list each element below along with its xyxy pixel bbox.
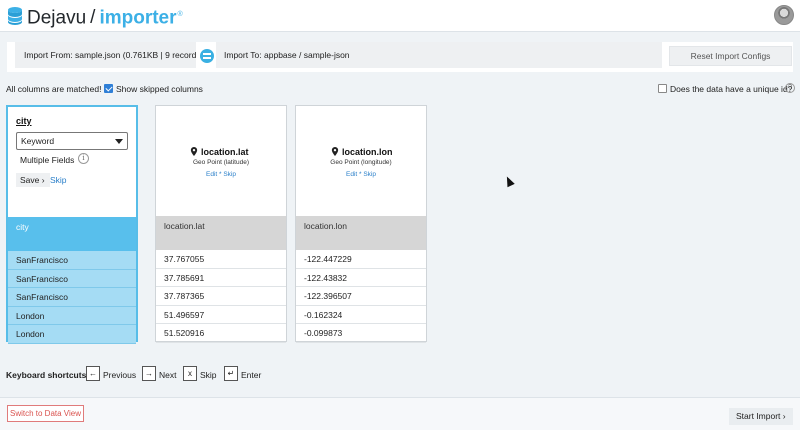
start-import-label: Start Import (736, 411, 781, 421)
column-header-cell: city (8, 217, 136, 251)
switch-to-data-view-button[interactable]: Switch to Data View (7, 405, 84, 422)
brand-title: Dejavu / importer® (27, 4, 183, 29)
show-skipped-checkbox[interactable] (104, 84, 113, 93)
column-rows: SanFrancisco SanFrancisco SanFrancisco L… (8, 251, 136, 344)
table-cell: 37.785691 (156, 269, 286, 288)
app-header: Dejavu / importer® (0, 0, 800, 32)
field-name: location.lon (342, 147, 393, 157)
column-rows: -122.447229 -122.43832 -122.396507 -0.16… (296, 250, 426, 343)
multiple-fields-label: Multiple Fields (20, 155, 75, 165)
table-cell: 51.520916 (156, 324, 286, 343)
caret-down-icon (115, 139, 123, 144)
table-cell: London (8, 325, 136, 344)
import-to-info: Import To: appbase / sample-json (216, 42, 662, 68)
field-name: location.lat (201, 147, 249, 157)
columns-matched-text: All columns are matched! (6, 84, 102, 94)
column-summary: location.lat Geo Point (latitude) Edit *… (156, 106, 286, 216)
status-row: All columns are matched! Show skipped co… (0, 83, 800, 97)
column-card-location-lat: location.lat Geo Point (latitude) Edit *… (155, 105, 287, 343)
column-card-city: city Keyword Multiple Fields i Save › Sk… (6, 105, 138, 344)
table-cell: SanFrancisco (8, 269, 136, 289)
right-arrow-key-icon: → (142, 366, 156, 381)
field-type: Geo Point (latitude) (192, 159, 249, 166)
import-from-info: Import From: sample.json (0.761KB | 9 re… (15, 42, 196, 68)
skip-link[interactable]: Skip (50, 173, 67, 187)
column-edit-title: city (16, 116, 32, 126)
registered-mark: ® (177, 11, 183, 18)
table-cell: 51.496597 (156, 306, 286, 325)
import-info-bar: Import From: sample.json (0.761KB | 9 re… (7, 42, 793, 72)
shortcuts-title: Keyboard shortcuts (6, 370, 87, 380)
table-cell: SanFrancisco (8, 251, 136, 270)
shortcut-label: Enter (241, 370, 262, 380)
column-header-cell: location.lon (296, 216, 426, 250)
info-icon[interactable]: i (78, 153, 89, 164)
shortcut-label: Skip (200, 370, 217, 380)
shortcut-label: Next (159, 370, 177, 380)
field-type-select[interactable]: Keyword (16, 132, 128, 150)
left-arrow-key-icon: ← (86, 366, 100, 381)
column-rows: 37.767055 37.785691 37.787365 51.496597 … (156, 250, 286, 343)
edit-skip-links[interactable]: Edit * Skip (296, 171, 426, 178)
import-from-value: sample.json (0.761KB | 9 records) (75, 50, 196, 60)
start-import-button[interactable]: Start Import › (729, 408, 793, 425)
field-type: Geo Point (longitude) (330, 159, 392, 166)
x-key-icon: x (183, 366, 197, 381)
unique-id-label[interactable]: Does the data have a unique id? (670, 84, 792, 94)
table-cell: -0.099873 (296, 324, 426, 343)
footer-bar: Switch to Data View Start Import › (0, 397, 800, 430)
chevron-right-icon: › (782, 411, 786, 421)
column-card-location-lon: location.lon Geo Point (longitude) Edit … (295, 105, 427, 343)
shortcut-label: Previous (103, 370, 137, 380)
sync-equals-icon (200, 49, 214, 63)
import-to-label: Import To: (224, 50, 262, 60)
table-cell: -122.43832 (296, 269, 426, 288)
enter-key-icon: ↵ (224, 366, 238, 381)
column-editor: city Keyword Multiple Fields i Save › Sk… (8, 107, 136, 217)
database-icon (8, 7, 22, 25)
brand-separator: / (90, 7, 96, 29)
save-label: Save (20, 175, 40, 185)
help-icon[interactable]: ? (785, 83, 795, 93)
unique-id-checkbox[interactable] (658, 84, 667, 93)
table-cell: -122.447229 (296, 250, 426, 269)
table-cell: London (8, 306, 136, 326)
brand-secondary: importer (99, 7, 177, 29)
map-pin-icon (190, 147, 198, 156)
column-header-cell: location.lat (156, 216, 286, 250)
save-button[interactable]: Save › (16, 173, 50, 187)
keyboard-shortcuts: Keyboard shortcuts ← Previous → Next x S… (6, 366, 306, 384)
import-to-value: appbase / sample-json (264, 50, 350, 60)
map-pin-icon (331, 147, 339, 156)
field-type-value: Keyword (21, 136, 55, 146)
reset-import-configs-button[interactable]: Reset Import Configs (669, 46, 792, 66)
column-summary: location.lon Geo Point (longitude) Edit … (296, 106, 426, 216)
table-cell: SanFrancisco (8, 288, 136, 307)
import-from-label: Import From: (24, 50, 73, 60)
show-skipped-label[interactable]: Show skipped columns (116, 84, 203, 94)
mouse-cursor-icon (503, 174, 515, 188)
user-avatar[interactable] (774, 5, 794, 25)
table-cell: -122.396507 (296, 287, 426, 306)
table-cell: 37.787365 (156, 287, 286, 306)
edit-skip-links[interactable]: Edit * Skip (156, 171, 286, 178)
table-cell: 37.767055 (156, 250, 286, 269)
brand-primary: Dejavu (27, 7, 87, 29)
chevron-right-icon: › (41, 175, 45, 185)
table-cell: -0.162324 (296, 306, 426, 325)
